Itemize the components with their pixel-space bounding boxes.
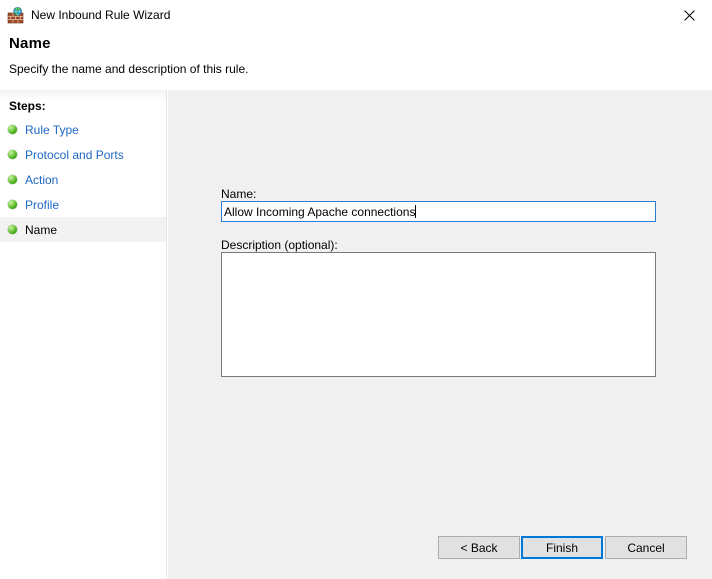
sidebar-item-rule-type[interactable]: Rule Type: [0, 117, 166, 142]
close-icon[interactable]: [666, 0, 712, 30]
sidebar-item-protocol-and-ports[interactable]: Protocol and Ports: [0, 142, 166, 167]
steps-heading: Steps:: [9, 99, 46, 113]
step-bullet-icon: [8, 225, 17, 234]
step-bullet-icon: [8, 175, 17, 184]
sidebar-item-profile[interactable]: Profile: [0, 192, 166, 217]
name-input[interactable]: Allow Incoming Apache connections: [221, 201, 656, 222]
step-bullet-icon: [8, 200, 17, 209]
sidebar-item-name[interactable]: Name: [0, 217, 166, 242]
description-input[interactable]: [221, 252, 656, 377]
sidebar-item-label: Rule Type: [25, 122, 79, 137]
step-bullet-icon: [8, 150, 17, 159]
sidebar-item-label: Profile: [25, 197, 60, 212]
sidebar-item-label: Name: [25, 222, 58, 237]
steps-list: Rule Type Protocol and Ports Action Prof…: [0, 117, 166, 242]
firewall-brick-wall-globe-icon: [7, 6, 24, 24]
sidebar-item-label: Protocol and Ports: [25, 147, 124, 162]
steps-sidebar: Steps: Rule Type Protocol and Ports Acti…: [0, 90, 167, 579]
title-bar: New Inbound Rule Wizard: [0, 0, 712, 30]
wizard-header: Name Specify the name and description of…: [0, 30, 712, 89]
title-bar-left: New Inbound Rule Wizard: [7, 0, 170, 30]
name-field-label: Name:: [221, 187, 257, 201]
sidebar-item-action[interactable]: Action: [0, 167, 166, 192]
description-field-label: Description (optional):: [221, 238, 338, 252]
page-title: Name: [9, 35, 51, 52]
back-button[interactable]: < Back: [438, 536, 520, 559]
name-input-value: Allow Incoming Apache connections: [224, 204, 416, 219]
page-subtitle: Specify the name and description of this…: [9, 62, 249, 76]
text-caret: [415, 205, 417, 218]
close-glyph: [683, 9, 695, 21]
step-bullet-icon: [8, 125, 17, 134]
new-inbound-rule-wizard-window: New Inbound Rule Wizard Name Specify the…: [0, 0, 712, 579]
cancel-button[interactable]: Cancel: [605, 536, 687, 559]
sidebar-item-label: Action: [25, 172, 59, 187]
finish-button[interactable]: Finish: [521, 536, 603, 559]
window-title: New Inbound Rule Wizard: [31, 8, 171, 22]
content-panel: Name: Allow Incoming Apache connections …: [168, 90, 712, 579]
